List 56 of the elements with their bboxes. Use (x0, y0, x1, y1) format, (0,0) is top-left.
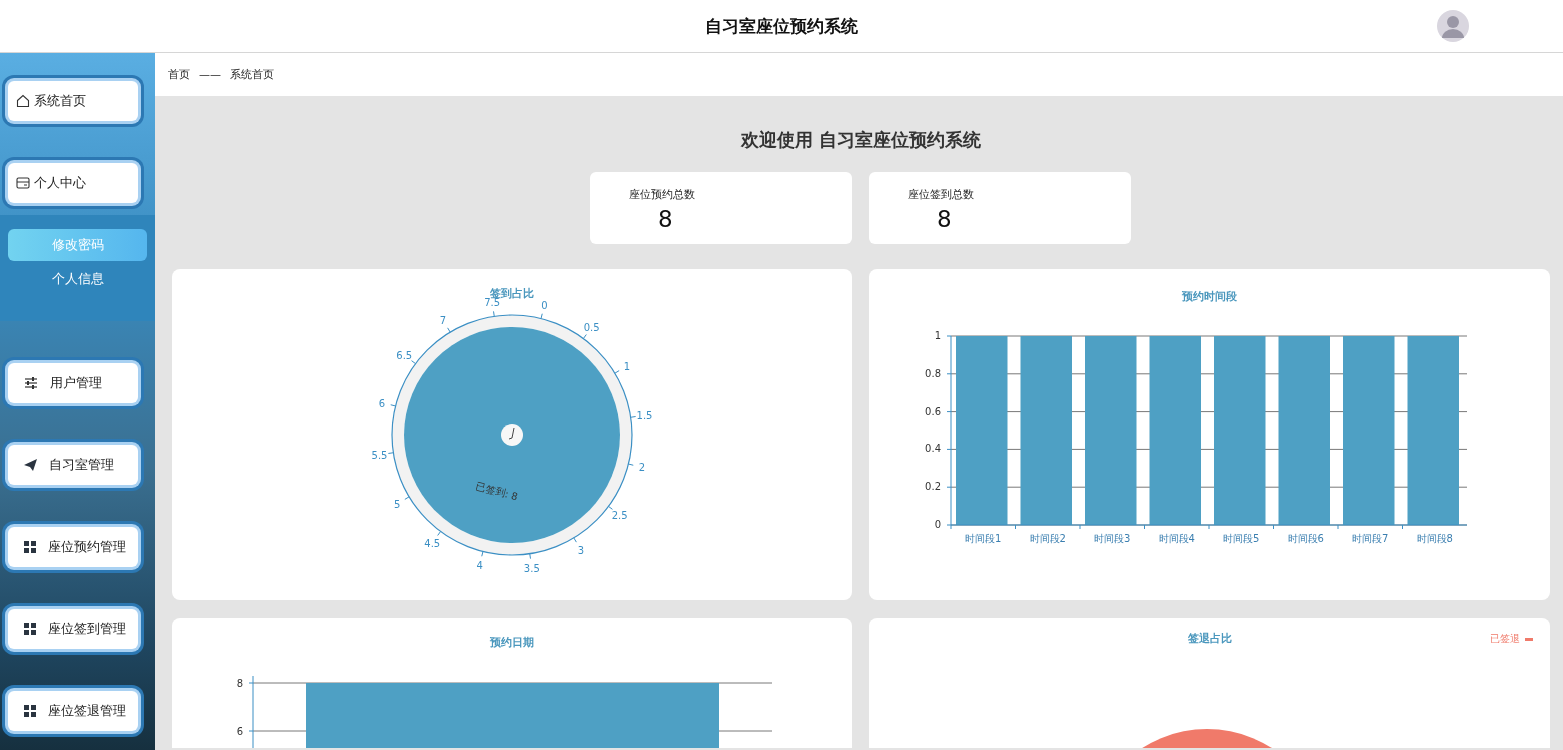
axis-label: 时间段1 (965, 533, 1002, 544)
gauge-tick-label: 3.5 (523, 562, 540, 574)
breadcrumb-current: 系统首页 (230, 67, 274, 82)
gauge-tick-label: 3 (577, 544, 585, 556)
breadcrumb-separator: —— (199, 68, 221, 81)
axis-label: 0.6 (925, 405, 941, 417)
axis-label: 时间段2 (1029, 533, 1066, 544)
gauge-tick-label: 1.5 (636, 410, 653, 422)
app-title: 自习室座位预约系统 (705, 14, 858, 38)
gauge-tick-label: 7 (439, 315, 447, 327)
gauge-pointer (501, 424, 523, 446)
axis-label: 时间段3 (1094, 533, 1131, 544)
gauge-tick-label: 5.5 (371, 449, 388, 461)
axis-label: 时间段5 (1223, 533, 1260, 544)
axis-label: 6 (236, 726, 243, 737)
sliders-icon (24, 377, 38, 389)
axis-label: 0.2 (925, 481, 941, 493)
paper-plane-icon (24, 459, 37, 471)
axis-label: 时间段7 (1352, 533, 1389, 544)
axis-label: 0.4 (925, 443, 941, 455)
chart-title: 签到占比 (490, 286, 534, 300)
axis-label: 时间段8 (1416, 533, 1453, 544)
grid-icon (24, 705, 36, 717)
submenu-item[interactable]: 个人信息 (8, 263, 147, 295)
gauge-tick-label: 7.5 (484, 297, 501, 309)
gauge-tick-label: 4.5 (424, 537, 441, 549)
stat-value: 8 (937, 206, 953, 232)
chart-title: 预约日期 (490, 635, 534, 650)
grid-icon (24, 541, 36, 553)
axis-label: 时间段6 (1287, 533, 1324, 544)
gauge-tick-label: 5 (393, 499, 401, 510)
gauge-tick-label: 0 (541, 300, 548, 311)
card-icon (16, 176, 30, 190)
gauge-tick-label: 6.5 (396, 350, 413, 362)
gauge-tick-label: 6 (378, 397, 386, 409)
axis-label: 0 (934, 519, 941, 530)
breadcrumb-link[interactable]: 首页 (168, 67, 190, 82)
grid-icon (24, 623, 36, 635)
axis-label: 1 (934, 330, 941, 341)
axis-label: 0.8 (925, 367, 941, 379)
stat-label: 座位签到总数 (908, 187, 975, 202)
home-icon (16, 94, 30, 108)
gauge-tick-label: 2.5 (611, 509, 628, 521)
chart-title: 签退占比 (1187, 631, 1232, 646)
gauge-tick-label: 0.5 (583, 322, 600, 334)
stat-label: 座位预约总数 (629, 187, 696, 202)
welcome-heading: 欢迎使用 自习室座位预约系统 (739, 128, 983, 152)
avatar-icon[interactable] (1437, 10, 1469, 42)
axis-label: 时间段4 (1158, 533, 1195, 544)
gauge-tick-label: 4 (476, 560, 483, 571)
gauge-value-label: 已签到: 8 (474, 480, 519, 503)
stat-value: 8 (658, 206, 674, 232)
axis-label: 8 (236, 678, 243, 689)
gauge-tick-label: 2 (638, 462, 646, 474)
chart-title: 预约时间段 (1182, 289, 1237, 304)
gauge-tick-label: 1 (623, 361, 631, 372)
